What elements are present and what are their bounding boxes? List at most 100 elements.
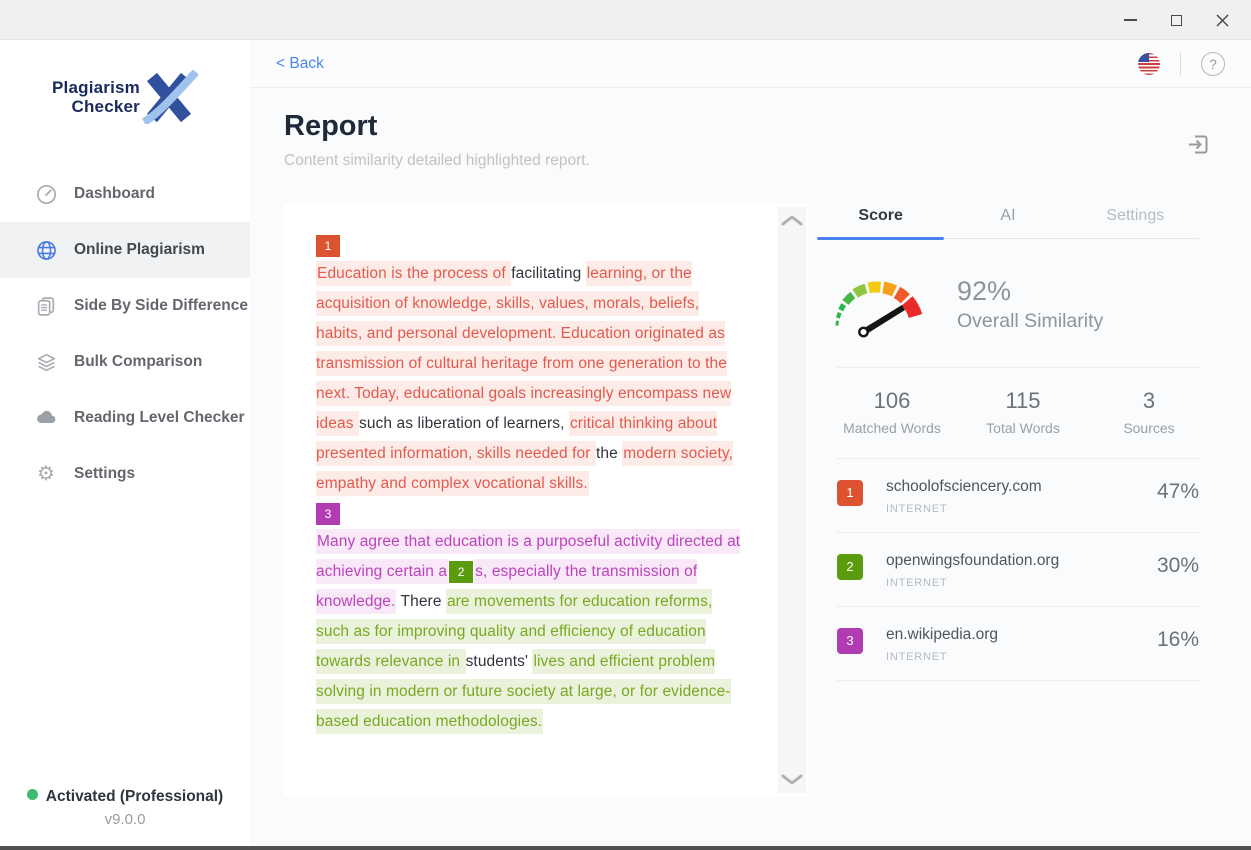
window-bottom-edge: [0, 846, 1251, 850]
match-badge-3[interactable]: 3: [316, 503, 340, 525]
source-domain: openwingsfoundation.org: [886, 552, 1157, 570]
close-icon: [1216, 14, 1229, 27]
unmatched-text-run: facilitating: [511, 265, 586, 282]
documents-icon: [34, 294, 58, 318]
source-row-openwingsfoundation-org[interactable]: 2openwingsfoundation.orgINTERNET30%: [837, 533, 1199, 607]
source-type: INTERNET: [886, 503, 1157, 515]
cloud-icon: [34, 406, 58, 430]
highlighted-text-run[interactable]: Education is the process of: [316, 261, 511, 286]
source-info: openwingsfoundation.org INTERNET: [886, 552, 1157, 589]
source-info: schoolofsciencery.com INTERNET: [886, 478, 1157, 515]
paragraph-text: Many agree that education is a purposefu…: [316, 527, 746, 737]
document-panel: 1Education is the process of facilitatin…: [284, 203, 808, 797]
source-percent: 16%: [1157, 628, 1199, 652]
match-badge-2[interactable]: 2: [449, 561, 473, 583]
gauge-icon: [34, 182, 58, 206]
main-topbar: < Back ?: [250, 40, 1251, 88]
activation-label: Activated (Professional): [46, 788, 223, 805]
sidebar-item-dashboard[interactable]: Dashboard: [0, 166, 250, 222]
source-type: INTERNET: [886, 651, 1157, 663]
source-badge-1: 1: [837, 480, 863, 506]
language-flag-button[interactable]: [1138, 53, 1160, 75]
minimize-button[interactable]: [1107, 0, 1153, 40]
source-info: en.wikipedia.org INTERNET: [886, 626, 1157, 663]
close-button[interactable]: [1199, 0, 1245, 40]
tab-ai[interactable]: AI: [944, 203, 1071, 238]
document-paragraph: 3Many agree that education is a purposef…: [316, 503, 746, 737]
sidebar-item-reading-level-checker[interactable]: Reading Level Checker: [0, 390, 250, 446]
source-domain: en.wikipedia.org: [886, 626, 1157, 644]
stat-label: Total Words: [947, 420, 1099, 436]
page-title: Report: [284, 110, 590, 143]
score-tabs: ScoreAISettings: [817, 203, 1199, 239]
stats-row: 106Matched Words115Total Words3Sources: [817, 368, 1199, 458]
unmatched-text-run: students': [466, 653, 533, 670]
overall-similarity-text: 92% Overall Similarity: [957, 276, 1103, 333]
unmatched-text-run: the: [596, 445, 622, 462]
page-subtitle: Content similarity detailed highlighted …: [284, 152, 590, 170]
sidebar-item-label: Bulk Comparison: [74, 353, 202, 371]
stat-matched-words: 106 Matched Words: [837, 388, 947, 436]
source-type: INTERNET: [886, 577, 1157, 589]
app-logo-line1: Plagiarism: [52, 78, 140, 97]
layers-icon: [34, 350, 58, 374]
stat-value: 106: [837, 388, 947, 414]
tab-settings[interactable]: Settings: [1072, 203, 1199, 238]
export-report-button[interactable]: [1187, 133, 1210, 161]
content-area: Report Content similarity detailed highl…: [250, 88, 1251, 846]
back-link[interactable]: < Back: [276, 55, 324, 73]
app-logo-x-icon: [142, 70, 198, 124]
source-percent: 30%: [1157, 554, 1199, 578]
match-badge-1[interactable]: 1: [316, 235, 340, 257]
scroll-down-icon[interactable]: [781, 774, 803, 785]
paragraph-text: Education is the process of facilitating…: [316, 259, 746, 499]
maximize-button[interactable]: [1153, 0, 1199, 40]
document-scrollbar[interactable]: [778, 207, 806, 793]
source-percent: 47%: [1157, 480, 1199, 504]
help-button[interactable]: ?: [1201, 52, 1225, 76]
sidebar-item-label: Online Plagiarism: [74, 241, 205, 259]
source-row-schoolofsciencery-com[interactable]: 1 schoolofsciencery.com INTERNET47%: [837, 459, 1199, 533]
sidebar-item-label: Reading Level Checker: [74, 409, 245, 427]
scroll-up-icon[interactable]: [781, 215, 803, 226]
gear-icon: ⚙: [34, 462, 58, 486]
topbar-right: ?: [1138, 52, 1225, 76]
highlighted-text-run[interactable]: learning, or the acquisition of knowledg…: [316, 261, 731, 436]
window-titlebar: [0, 0, 1251, 40]
minimize-icon: [1124, 19, 1137, 21]
app-logo-line2: Checker: [52, 97, 140, 116]
stat-label: Matched Words: [837, 420, 947, 436]
stat-total-words: 115 Total Words: [947, 388, 1099, 436]
similarity-gauge-icon: [825, 265, 941, 343]
page-header: Report Content similarity detailed highl…: [284, 110, 590, 170]
sidebar-item-label: Settings: [74, 465, 135, 483]
tab-score[interactable]: Score: [817, 203, 944, 238]
sidebar: Plagiarism Checker Dashboard Online Plagi…: [0, 40, 250, 846]
unmatched-text-run: such as liberation of learners,: [359, 415, 569, 432]
maximize-icon: [1171, 15, 1182, 26]
activation-label-row: Activated (Professional): [0, 788, 250, 806]
sidebar-item-bulk-comparison[interactable]: Bulk Comparison: [0, 334, 250, 390]
sidebar-item-label: Side By Side Difference: [74, 297, 248, 315]
overall-percent: 92%: [957, 276, 1103, 307]
question-icon: ?: [1209, 56, 1217, 72]
overall-label: Overall Similarity: [957, 310, 1103, 333]
export-icon: [1187, 133, 1210, 156]
sidebar-item-settings[interactable]: ⚙ Settings: [0, 446, 250, 502]
window-controls: [1107, 0, 1245, 40]
app-version: v9.0.0: [0, 811, 250, 828]
source-row-en-wikipedia-org[interactable]: 3en.wikipedia.orgINTERNET16%: [837, 607, 1199, 681]
topbar-divider: [1180, 52, 1181, 76]
document-paragraph: 1Education is the process of facilitatin…: [316, 235, 746, 499]
sidebar-item-side-by-side-difference[interactable]: Side By Side Difference: [0, 278, 250, 334]
overall-similarity-block: 92% Overall Similarity: [817, 239, 1199, 367]
document-text: 1Education is the process of facilitatin…: [284, 203, 808, 737]
stat-value: 3: [1099, 388, 1199, 414]
source-domain: schoolofsciencery.com: [886, 478, 1157, 496]
score-panel: ScoreAISettings 92% Overall Similarity 1…: [817, 203, 1199, 681]
sidebar-item-label: Dashboard: [74, 185, 155, 203]
sidebar-item-online-plagiarism[interactable]: Online Plagiarism: [0, 222, 250, 278]
app-logo-text: Plagiarism Checker: [52, 78, 140, 116]
stat-value: 115: [947, 388, 1099, 414]
status-dot-icon: [27, 789, 38, 800]
